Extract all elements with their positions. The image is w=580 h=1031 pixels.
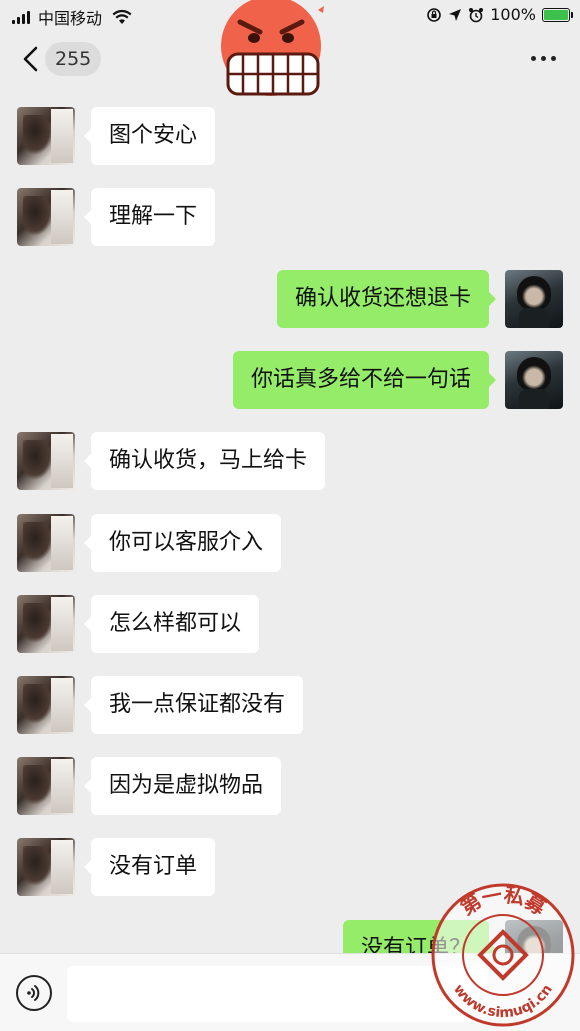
- contact-avatar[interactable]: [17, 514, 75, 572]
- wifi-icon: [112, 9, 132, 24]
- orientation-lock-icon: [427, 7, 442, 22]
- watermark-stamp: 第一私募 www.simuqi.cn: [431, 882, 575, 1027]
- message-row: 图个安心: [0, 107, 580, 165]
- contact-avatar[interactable]: [17, 107, 75, 165]
- message-bubble-self[interactable]: 确认收货还想退卡: [276, 270, 497, 328]
- contact-avatar[interactable]: [17, 595, 75, 653]
- message-row: 确认收货，马上给卡: [0, 432, 580, 490]
- more-dots-icon[interactable]: [531, 56, 556, 61]
- message-input[interactable]: [67, 966, 487, 1022]
- battery-icon: [542, 7, 573, 22]
- message-bubble[interactable]: 我一点保证都没有: [83, 676, 304, 734]
- battery-percent: 100%: [490, 5, 536, 24]
- message-bubble[interactable]: 确认收货，马上给卡: [83, 432, 326, 490]
- message-bubble[interactable]: 图个安心: [83, 107, 216, 165]
- carrier-label: 中国移动: [38, 9, 103, 28]
- message-bubble-self[interactable]: 你话真多给不给一句话: [232, 351, 497, 409]
- unread-count-badge[interactable]: 255: [45, 42, 102, 76]
- self-avatar[interactable]: [505, 270, 563, 328]
- message-row: 理解一下: [0, 188, 580, 246]
- contact-avatar[interactable]: [17, 676, 75, 734]
- contact-avatar[interactable]: [17, 757, 75, 815]
- message-row: 怎么样都可以: [0, 595, 580, 653]
- contact-avatar[interactable]: [17, 838, 75, 896]
- message-bubble[interactable]: 没有订单: [83, 838, 216, 896]
- location-icon: [449, 8, 462, 21]
- signal-icon: [12, 10, 30, 24]
- voice-icon[interactable]: [16, 975, 52, 1011]
- message-row: 我一点保证都没有: [0, 676, 580, 734]
- contact-avatar[interactable]: [17, 432, 75, 490]
- message-row: 你可以客服介入: [0, 514, 580, 572]
- chevron-left-icon[interactable]: [18, 44, 46, 74]
- message-row: 因为是虚拟物品: [0, 757, 580, 815]
- contact-avatar[interactable]: [17, 188, 75, 246]
- message-bubble[interactable]: 理解一下: [83, 188, 216, 246]
- alarm-icon: [469, 7, 484, 22]
- message-bubble[interactable]: 怎么样都可以: [83, 595, 260, 653]
- status-left: 中国移动: [12, 5, 132, 29]
- self-avatar[interactable]: [505, 351, 563, 409]
- message-row: 确认收货还想退卡: [0, 270, 580, 328]
- message-bubble[interactable]: 你可以客服介入: [83, 514, 282, 572]
- angry-grimace-emoji: [221, 0, 324, 96]
- message-bubble[interactable]: 因为是虚拟物品: [83, 757, 282, 815]
- message-row: 你话真多给不给一句话: [0, 351, 580, 409]
- status-right: 100%: [426, 5, 573, 24]
